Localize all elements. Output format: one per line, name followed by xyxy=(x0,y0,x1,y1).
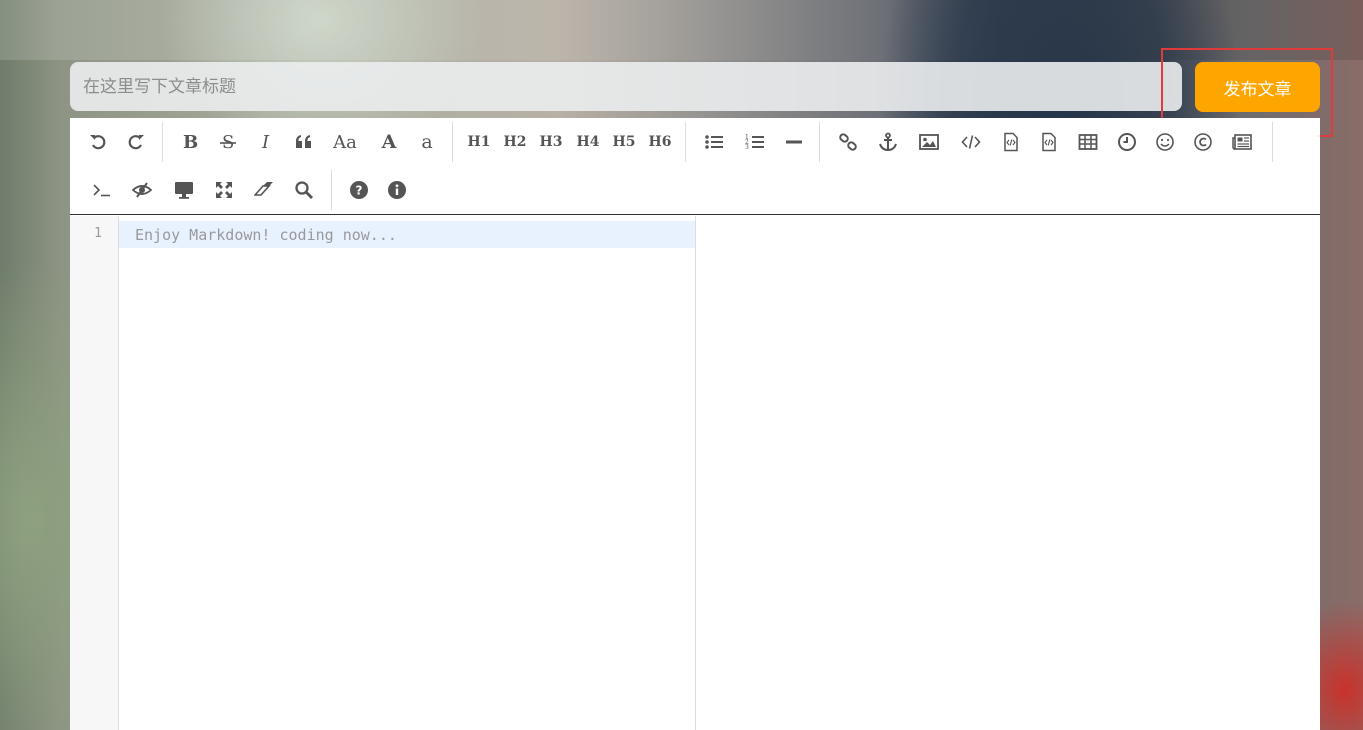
line-number: 1 xyxy=(94,226,102,241)
search-icon[interactable] xyxy=(288,174,320,206)
clear-icon[interactable] xyxy=(248,174,280,206)
h6-button[interactable]: H6 xyxy=(644,126,676,158)
editor-toolbar: B S I Aa Aa H1 H2 H3 H4 H5 H6 1 2 3 ? xyxy=(70,118,1320,215)
watch-icon[interactable] xyxy=(168,174,200,206)
background-image xyxy=(0,0,1363,60)
h4-label: H4 xyxy=(576,134,600,150)
lowercase-label: a xyxy=(421,131,433,153)
toolbar-separator xyxy=(162,122,163,162)
toolbar-separator xyxy=(1272,122,1273,162)
markdown-preview-pane xyxy=(696,216,1320,730)
h2-label: H2 xyxy=(503,134,527,150)
toolbar-separator xyxy=(819,122,820,162)
uppercase-label: Aa xyxy=(333,131,357,153)
h5-button[interactable]: H5 xyxy=(608,126,640,158)
lowercase-icon[interactable]: a xyxy=(411,126,443,158)
anchor-icon[interactable] xyxy=(872,126,904,158)
html-entities-icon[interactable] xyxy=(1187,126,1219,158)
editor-placeholder: Enjoy Markdown! coding now... xyxy=(135,226,397,244)
svg-text:I: I xyxy=(261,132,270,152)
redo-icon[interactable] xyxy=(120,126,152,158)
svg-text:3: 3 xyxy=(745,144,749,151)
preformatted-code-icon[interactable] xyxy=(995,126,1027,158)
svg-text:?: ? xyxy=(356,184,363,198)
code-block-icon[interactable] xyxy=(1033,126,1065,158)
publish-article-button[interactable]: 发布文章 xyxy=(1195,62,1320,112)
h2-button[interactable]: H2 xyxy=(499,126,531,158)
emoji-icon[interactable] xyxy=(1149,126,1181,158)
help-icon[interactable]: ? xyxy=(343,174,375,206)
article-title-input[interactable] xyxy=(70,62,1182,111)
uppercase-icon[interactable]: Aa xyxy=(329,126,361,158)
h5-label: H5 xyxy=(612,134,636,150)
toolbar-separator xyxy=(452,122,453,162)
markdown-input-area[interactable]: Enjoy Markdown! coding now... xyxy=(119,216,696,730)
image-icon[interactable] xyxy=(913,126,945,158)
ordered-list-icon[interactable]: 123 xyxy=(739,126,771,158)
pagebreak-icon[interactable] xyxy=(1226,126,1258,158)
svg-text:B: B xyxy=(183,132,198,152)
h3-label: H3 xyxy=(539,134,563,150)
undo-icon[interactable] xyxy=(82,126,114,158)
h4-button[interactable]: H4 xyxy=(572,126,604,158)
h6-label: H6 xyxy=(648,134,672,150)
goto-line-icon[interactable] xyxy=(86,174,118,206)
fullscreen-icon[interactable] xyxy=(208,174,240,206)
table-icon[interactable] xyxy=(1072,126,1104,158)
bold-icon[interactable]: B xyxy=(173,126,205,158)
toolbar-separator xyxy=(685,122,686,162)
code-icon[interactable] xyxy=(955,126,987,158)
info-icon[interactable] xyxy=(381,174,413,206)
strikethrough-icon[interactable]: S xyxy=(212,126,244,158)
first-uppercase-icon[interactable]: A xyxy=(373,126,405,158)
toolbar-separator xyxy=(331,170,332,210)
datetime-icon[interactable] xyxy=(1111,126,1143,158)
svg-text:S: S xyxy=(222,132,234,152)
toggle-preview-icon[interactable] xyxy=(126,174,158,206)
link-icon[interactable] xyxy=(832,126,864,158)
first-uppercase-label: A xyxy=(381,131,397,153)
markdown-editor: B S I Aa Aa H1 H2 H3 H4 H5 H6 1 2 3 ? 1 Enjoy Markdow… xyxy=(70,118,1320,730)
unordered-list-icon[interactable] xyxy=(698,126,730,158)
italic-icon[interactable]: I xyxy=(250,126,282,158)
line-number-gutter: 1 xyxy=(70,216,119,730)
h1-button[interactable]: H1 xyxy=(463,126,495,158)
horizontal-rule-icon[interactable] xyxy=(778,126,810,158)
quote-icon[interactable] xyxy=(288,126,320,158)
h3-button[interactable]: H3 xyxy=(535,126,567,158)
h1-label: H1 xyxy=(467,134,491,150)
